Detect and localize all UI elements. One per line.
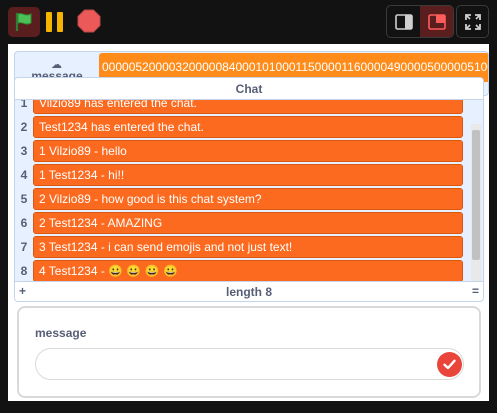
submit-answer-button[interactable] bbox=[437, 352, 462, 377]
list-item-value[interactable]: 3 Test1234 - i can send emojis and not j… bbox=[33, 236, 463, 258]
list-item-index: 4 bbox=[20, 168, 28, 182]
stage-size-toggle bbox=[386, 5, 454, 38]
stop-icon bbox=[77, 9, 101, 33]
small-stage-icon bbox=[394, 13, 413, 30]
large-stage-button[interactable] bbox=[420, 6, 453, 37]
stop-button[interactable] bbox=[77, 9, 101, 33]
pause-icon-bar bbox=[57, 12, 63, 32]
list-item[interactable]: 8 4 Test1234 - 😀 😀 😀 😀 bbox=[15, 259, 467, 281]
list-monitor[interactable]: Chat 1 Vilzio89 has entered the chat. 2 … bbox=[14, 77, 484, 302]
list-item[interactable]: 1 Vilzio89 has entered the chat. bbox=[15, 100, 467, 115]
stage-toolbar bbox=[0, 0, 497, 44]
pause-button[interactable] bbox=[44, 11, 66, 33]
list-item-index: 2 bbox=[20, 120, 28, 134]
resize-handle[interactable]: = bbox=[472, 284, 479, 298]
list-item-index: 3 bbox=[20, 144, 28, 158]
large-stage-icon bbox=[427, 13, 446, 30]
pause-icon bbox=[46, 12, 52, 32]
list-item-value[interactable]: 2 Test1234 - AMAZING bbox=[33, 212, 463, 234]
ask-question: message bbox=[35, 326, 87, 340]
list-item[interactable]: 2 Test1234 has entered the chat. bbox=[15, 115, 467, 139]
list-item-value[interactable]: Test1234 has entered the chat. bbox=[33, 116, 463, 138]
list-body[interactable]: 1 Vilzio89 has entered the chat. 2 Test1… bbox=[15, 100, 483, 281]
list-item-index: 5 bbox=[20, 192, 28, 206]
check-icon bbox=[443, 359, 456, 370]
answer-input[interactable] bbox=[35, 348, 464, 380]
list-item-index: 8 bbox=[20, 264, 28, 278]
list-item-index: 1 bbox=[20, 100, 28, 110]
green-flag-icon bbox=[15, 13, 32, 31]
green-flag-button[interactable] bbox=[8, 7, 40, 37]
small-stage-button[interactable] bbox=[387, 6, 420, 37]
list-item-index: 6 bbox=[20, 216, 28, 230]
list-item-value[interactable]: 1 Vilzio89 - hello bbox=[33, 140, 463, 162]
fullscreen-icon bbox=[464, 13, 481, 30]
list-scrollbar[interactable] bbox=[471, 124, 481, 281]
list-item-value[interactable]: 2 Vilzio89 - how good is this chat syste… bbox=[33, 188, 463, 210]
list-item[interactable]: 7 3 Test1234 - i can send emojis and not… bbox=[15, 235, 467, 259]
stage[interactable]: ☁ message 000005200003200000840001010001… bbox=[8, 44, 489, 401]
list-item[interactable]: 4 1 Test1234 - hi!! bbox=[15, 163, 467, 187]
list-item-value[interactable]: 4 Test1234 - 😀 😀 😀 😀 bbox=[33, 260, 463, 281]
list-item-value[interactable]: 1 Test1234 - hi!! bbox=[33, 164, 463, 186]
list-item[interactable]: 5 2 Vilzio89 - how good is this chat sys… bbox=[15, 187, 467, 211]
list-item-index: 7 bbox=[20, 240, 28, 254]
ask-prompt: message bbox=[17, 306, 481, 398]
list-title: Chat bbox=[15, 78, 483, 100]
list-item[interactable]: 3 1 Vilzio89 - hello bbox=[15, 139, 467, 163]
list-footer: + length 8 = bbox=[15, 281, 483, 301]
scrollbar-thumb[interactable] bbox=[472, 130, 480, 260]
list-length: length 8 bbox=[225, 285, 272, 299]
list-item[interactable]: 6 2 Test1234 - AMAZING bbox=[15, 211, 467, 235]
fullscreen-button[interactable] bbox=[456, 5, 489, 38]
list-item-value[interactable]: Vilzio89 has entered the chat. bbox=[33, 100, 463, 114]
